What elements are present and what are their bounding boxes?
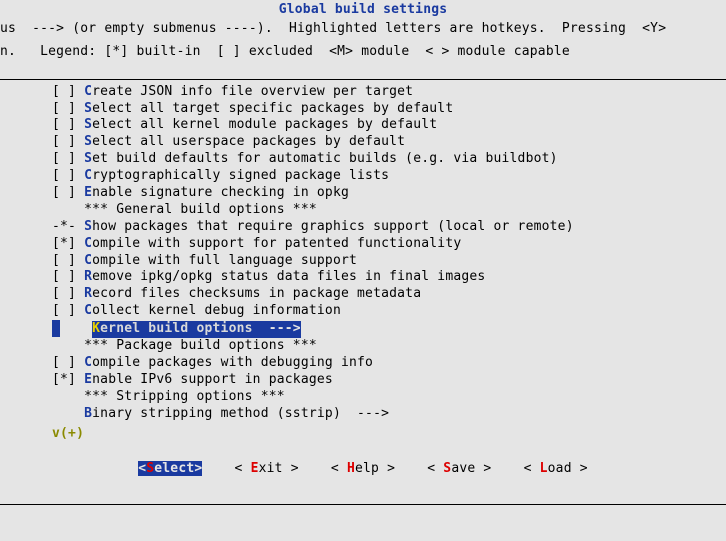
page-title: Global build settings <box>0 0 726 21</box>
menu-item[interactable]: -*- Show packages that require graphics … <box>52 219 726 236</box>
menu-section: *** Package build options *** <box>52 338 726 355</box>
frame-bottom <box>0 504 726 505</box>
menu-item[interactable]: [ ] Select all kernel module packages by… <box>52 117 726 134</box>
menu-item[interactable]: [ ] Record files checksums in package me… <box>52 286 726 303</box>
menu-item[interactable]: [ ] Cryptographically signed package lis… <box>52 168 726 185</box>
menu-list: [ ] Create JSON info file overview per t… <box>0 80 726 427</box>
menu-item-highlighted[interactable]: Kernel build options ---> <box>52 320 726 338</box>
menu-item[interactable]: [*] Compile with support for patented fu… <box>52 236 726 253</box>
menu-item[interactable]: Binary stripping method (sstrip) ---> <box>52 406 726 423</box>
menu-item[interactable]: [ ] Collect kernel debug information <box>52 303 726 320</box>
menu-item[interactable]: [*] Enable IPv6 support in packages <box>52 372 726 389</box>
legend-line-2: n. Legend: [*] built-in [ ] excluded <M>… <box>0 44 726 67</box>
menu-item[interactable]: [ ] Compile packages with debugging info <box>52 355 726 372</box>
exit-button[interactable]: < Exit > <box>235 461 299 476</box>
menu-item[interactable]: [ ] Create JSON info file overview per t… <box>52 84 726 101</box>
scroll-indicator: v(+) <box>0 426 726 443</box>
menu-section: *** General build options *** <box>52 202 726 219</box>
menu-item[interactable]: [ ] Select all target specific packages … <box>52 101 726 118</box>
select-button[interactable]: <Select> <box>138 461 202 476</box>
legend-line-1: us ---> (or empty submenus ----). Highli… <box>0 21 726 44</box>
menu-item[interactable]: [ ] Enable signature checking in opkg <box>52 185 726 202</box>
button-bar: <Select> < Exit > < Help > < Save > < Lo… <box>0 461 726 478</box>
help-button[interactable]: < Help > <box>331 461 395 476</box>
menu-item[interactable]: [ ] Set build defaults for automatic bui… <box>52 151 726 168</box>
save-button[interactable]: < Save > <box>427 461 491 476</box>
menu-section: *** Stripping options *** <box>52 389 726 406</box>
menu-item[interactable]: [ ] Remove ipkg/opkg status data files i… <box>52 269 726 286</box>
menu-item[interactable]: [ ] Select all userspace packages by def… <box>52 134 726 151</box>
load-button[interactable]: < Load > <box>524 461 588 476</box>
menu-item[interactable]: [ ] Compile with full language support <box>52 253 726 270</box>
